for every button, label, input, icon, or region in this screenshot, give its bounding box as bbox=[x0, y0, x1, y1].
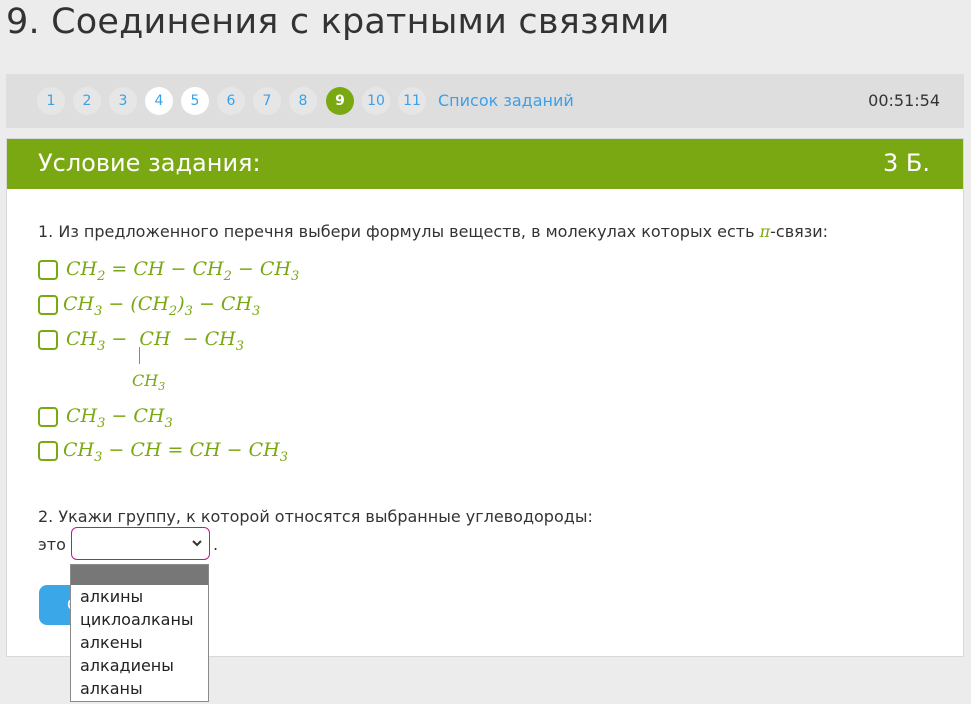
dropdown-empty-option[interactable] bbox=[71, 565, 208, 585]
option-1-formula: CH2 = CH − CH2 − CH3 bbox=[66, 257, 299, 289]
option-5-formula: CH3 − CH = CH − CH3 bbox=[63, 438, 288, 470]
formula-subscript: 3 bbox=[291, 268, 300, 284]
formula-part: CH bbox=[66, 328, 98, 350]
option-4-checkbox[interactable] bbox=[38, 407, 58, 427]
formula-part: − CH bbox=[105, 405, 165, 427]
formula-subscript: 3 bbox=[184, 303, 193, 319]
task-number-8[interactable]: 8 bbox=[289, 87, 317, 115]
option-4[interactable]: CH3 − CH3 bbox=[38, 404, 173, 436]
question-1-text-after: -связи: bbox=[770, 222, 829, 241]
formula-subscript: 2 bbox=[168, 303, 178, 319]
task-number-9-current[interactable]: 9 bbox=[326, 87, 354, 115]
formula-part: − CH bbox=[192, 293, 253, 315]
formula-subscript: 3 bbox=[235, 338, 244, 354]
formula-subscript: 2 bbox=[223, 268, 232, 284]
group-select[interactable] bbox=[71, 527, 210, 560]
formula-part: − CH = CH − CH bbox=[102, 439, 280, 461]
pi-symbol: π bbox=[759, 222, 771, 241]
option-4-formula: CH3 − CH3 bbox=[66, 404, 173, 436]
task-number-11[interactable]: 11 bbox=[398, 87, 426, 115]
branch-bond-line bbox=[139, 347, 140, 364]
timer: 00:51:54 bbox=[868, 91, 940, 110]
formula-part: CH bbox=[63, 439, 95, 461]
card-header-title: Условие задания: bbox=[38, 149, 261, 177]
question-1-text: 1. Из предложенного перечня выбери форму… bbox=[38, 222, 828, 241]
page-title: 9. Соединения с кратными связями bbox=[6, 2, 670, 42]
question-2-text: 2. Укажи группу, к которой относятся выб… bbox=[38, 507, 593, 526]
option-3-checkbox[interactable] bbox=[38, 330, 58, 350]
option-3-formula: CH3 − CH − CH3 bbox=[66, 327, 244, 359]
formula-part: CH bbox=[66, 258, 98, 280]
formula-part: ) bbox=[177, 293, 185, 315]
formula-part: − (CH bbox=[102, 293, 169, 315]
dropdown-option[interactable]: алкены bbox=[71, 631, 208, 654]
option-1-checkbox[interactable] bbox=[38, 260, 58, 280]
formula-subscript: 3 bbox=[164, 415, 173, 431]
formula-part: CH bbox=[66, 405, 98, 427]
option-1[interactable]: CH2 = CH − CH2 − CH3 bbox=[38, 257, 299, 289]
chevron-down-icon bbox=[191, 537, 203, 552]
dropdown-option[interactable]: алканы bbox=[71, 677, 208, 700]
task-navigation-bar: 1 2 3 4 5 6 7 8 9 10 11 Список заданий 0… bbox=[6, 74, 964, 128]
task-number-6[interactable]: 6 bbox=[217, 87, 245, 115]
dropdown-option[interactable]: алкадиены bbox=[71, 654, 208, 677]
group-select-dropdown: алкины циклоалканы алкены алкадиены алка… bbox=[70, 564, 209, 702]
formula-part: CH bbox=[63, 293, 95, 315]
option-2[interactable]: CH3 − (CH2)3 − CH3 bbox=[38, 292, 260, 324]
answer-suffix: . bbox=[213, 535, 219, 554]
option-2-formula: CH3 − (CH2)3 − CH3 bbox=[63, 292, 260, 324]
formula-part: − CH − CH bbox=[105, 328, 236, 350]
task-number-7[interactable]: 7 bbox=[253, 87, 281, 115]
formula-part: = CH − CH bbox=[105, 258, 224, 280]
task-number-1[interactable]: 1 bbox=[37, 87, 65, 115]
dropdown-option[interactable]: алкины bbox=[71, 585, 208, 608]
task-number-4[interactable]: 4 bbox=[145, 87, 173, 115]
task-number-3[interactable]: 3 bbox=[109, 87, 137, 115]
option-3[interactable]: CH3 − CH − CH3 bbox=[38, 327, 244, 359]
answer-prefix: это bbox=[38, 535, 66, 554]
question-1-text-before: 1. Из предложенного перечня выбери форму… bbox=[38, 222, 760, 241]
formula-part: CH bbox=[132, 371, 159, 390]
task-number-5[interactable]: 5 bbox=[181, 87, 209, 115]
card-header: Условие задания: 3 Б. bbox=[7, 139, 963, 189]
option-2-checkbox[interactable] bbox=[38, 295, 58, 315]
task-number-10[interactable]: 10 bbox=[362, 87, 390, 115]
option-5-checkbox[interactable] bbox=[38, 441, 58, 461]
branch-group: CH3 bbox=[132, 371, 165, 393]
option-5[interactable]: CH3 − CH = CH − CH3 bbox=[38, 438, 288, 470]
formula-subscript: 3 bbox=[158, 380, 166, 394]
points-label: 3 Б. bbox=[883, 149, 930, 177]
formula-subscript: 3 bbox=[279, 449, 288, 465]
formula-part: − CH bbox=[231, 258, 291, 280]
formula-subscript: 3 bbox=[252, 303, 261, 319]
task-list-link[interactable]: Список заданий bbox=[438, 91, 574, 110]
dropdown-option[interactable]: циклоалканы bbox=[71, 608, 208, 631]
task-number-2[interactable]: 2 bbox=[73, 87, 101, 115]
